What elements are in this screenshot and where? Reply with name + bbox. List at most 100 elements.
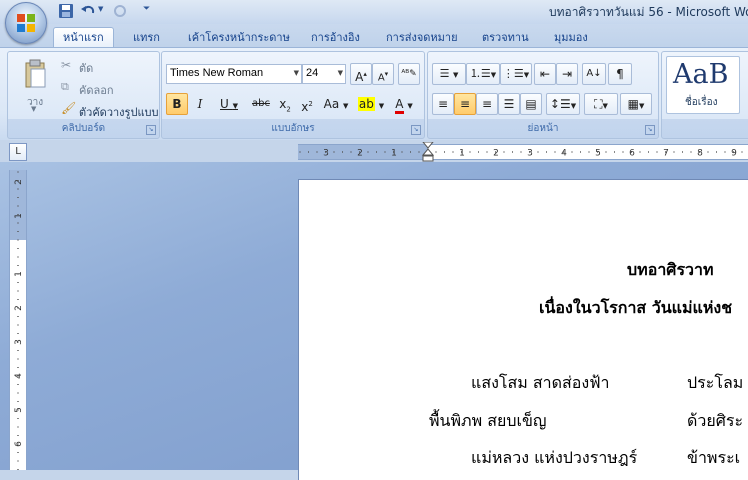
ruler-number: 8: [697, 149, 703, 159]
grow-font-button[interactable]: A▴: [350, 63, 372, 85]
tab-review[interactable]: ตรวจทาน: [482, 28, 529, 47]
paste-dropdown-icon: ▼: [31, 105, 37, 113]
indent-marker-icon[interactable]: [421, 142, 435, 162]
shading-button[interactable]: ⛶▼: [584, 93, 618, 115]
show-formatting-button[interactable]: ¶: [608, 63, 632, 85]
vertical-ruler-number: 2: [14, 305, 24, 311]
pilcrow-icon: ¶: [616, 67, 624, 81]
poem-line-2-left[interactable]: พื้นพิภพ สยบเข็ญ: [429, 409, 547, 434]
style-title-button[interactable]: AaB ชื่อเรื่อง: [666, 56, 740, 114]
font-group: Times New Roman ▼ 24 ▼ A▴ A▾ ᴬᴮ✎ B I U ▼…: [161, 51, 425, 139]
clear-formatting-button[interactable]: ᴬᴮ✎: [398, 63, 420, 85]
poem-line-2-right[interactable]: ด้วยศิระ: [687, 409, 743, 434]
vertical-ruler[interactable]: 2 1 1 2 3 4 5 6: [9, 170, 27, 470]
ruler-number: 1: [391, 149, 397, 159]
tab-insert[interactable]: แทรก: [133, 28, 160, 47]
justify-button[interactable]: ☰: [498, 93, 520, 115]
vertical-ruler-number: 1: [14, 213, 24, 219]
poem-line-3-left[interactable]: แม่หลวง แห่งปวงราษฎร์: [471, 446, 637, 471]
subscript-button[interactable]: x2: [274, 93, 296, 115]
cut-button[interactable]: ✂ ตัด: [58, 56, 155, 76]
paragraph-group-label: ย่อหน้า: [527, 123, 559, 134]
borders-icon: ▦▼: [627, 97, 645, 111]
office-button[interactable]: [5, 2, 47, 44]
poem-line-3-right[interactable]: ข้าพระเ: [687, 446, 740, 471]
paragraph-group: ☰ ▼ ⒈☰▼ ⋮☰▼ ⇤ ⇥ A↓ ¶ ≡ ≡ ≡ ☰ ▤ ↕☰▼ ⛶▼ ▦▼…: [427, 51, 659, 139]
font-name-combo[interactable]: Times New Roman ▼: [166, 64, 302, 84]
underline-button[interactable]: U ▼: [213, 93, 245, 115]
clipboard-group-label: คลิปบอร์ด: [61, 123, 106, 134]
sort-icon: A↓: [586, 68, 602, 79]
highlight-button[interactable]: ab ▼: [354, 93, 388, 115]
borders-button[interactable]: ▦▼: [620, 93, 652, 115]
tab-references[interactable]: การอ้างอิง: [311, 28, 360, 47]
decrease-indent-icon: ⇤: [539, 67, 551, 81]
strikethrough-button[interactable]: abc: [248, 93, 274, 115]
numbering-button[interactable]: ⒈☰▼: [466, 63, 500, 85]
undo-icon[interactable]: [80, 3, 96, 19]
decrease-indent-button[interactable]: ⇤: [534, 63, 556, 85]
paste-icon: [25, 59, 46, 88]
window-title: บทอาศิรวาทวันแม่ 56 - Microsoft Wo: [549, 5, 748, 19]
undo-dropdown-icon[interactable]: ▼: [98, 5, 103, 13]
line-spacing-button[interactable]: ↕☰▼: [546, 93, 580, 115]
format-painter-button[interactable]: 🖌 ตัวคัดวางรูปแบบ: [58, 100, 159, 120]
office-logo-icon: [17, 14, 35, 32]
multilevel-list-icon: ⋮☰▼: [502, 67, 530, 80]
font-size-dropdown-icon[interactable]: ▼: [338, 69, 343, 77]
vertical-ruler-number: 3: [14, 339, 24, 345]
paintbrush-icon: 🖌: [61, 101, 77, 115]
tab-home[interactable]: หน้าแรก: [53, 27, 114, 49]
increase-indent-button[interactable]: ⇥: [556, 63, 578, 85]
multilevel-list-button[interactable]: ⋮☰▼: [500, 63, 532, 85]
bullets-button[interactable]: ☰ ▼: [432, 63, 466, 85]
font-color-button[interactable]: A ▼: [388, 93, 420, 115]
redo-icon[interactable]: [112, 3, 128, 19]
align-center-button[interactable]: ≡: [454, 93, 476, 115]
sort-button[interactable]: A↓: [582, 63, 606, 85]
bold-icon: B: [172, 97, 182, 111]
bold-button[interactable]: B: [166, 93, 188, 115]
copy-button[interactable]: ⧉ คัดลอก: [58, 78, 155, 98]
shrink-font-button[interactable]: A▾: [372, 63, 394, 85]
change-case-icon: Aa ▼: [323, 97, 349, 111]
superscript-button[interactable]: x2: [296, 93, 318, 115]
paragraph-dialog-launcher[interactable]: ↘: [645, 125, 655, 135]
ruler-ticks: 3 2 1 1 2 3 4 5 6 7 8 9: [299, 149, 743, 159]
ruler-number: 4: [561, 149, 567, 159]
tab-selector-button[interactable]: L: [9, 143, 27, 161]
doc-title-line[interactable]: บทอาศิรวาท: [627, 258, 714, 283]
customize-qat-icon[interactable]: ⏷: [143, 4, 150, 14]
underline-icon: U ▼: [220, 97, 238, 111]
copy-label: คัดลอก: [79, 84, 114, 97]
font-name-dropdown-icon[interactable]: ▼: [294, 69, 299, 77]
align-left-button[interactable]: ≡: [432, 93, 454, 115]
align-right-button[interactable]: ≡: [476, 93, 498, 115]
horizontal-ruler[interactable]: 3 2 1 1 2 3 4 5 6 7 8 9: [298, 142, 748, 162]
tab-page-layout[interactable]: เค้าโครงหน้ากระดาษ: [188, 28, 290, 47]
bullets-icon: ☰ ▼: [439, 67, 459, 80]
vertical-ruler-ticks: 2 1 1 2 3 4 5 6: [14, 171, 24, 470]
font-size-value: 24: [306, 67, 319, 79]
document-page[interactable]: บทอาศิรวาท เนื่องในวโรกาส วันแม่แห่งช แส…: [298, 179, 748, 480]
font-size-combo[interactable]: 24 ▼: [302, 64, 346, 84]
tab-view[interactable]: มุมมอง: [554, 28, 588, 47]
subscript-icon: x2: [279, 97, 291, 114]
doc-subtitle-line[interactable]: เนื่องในวโรกาส วันแม่แห่งช: [539, 296, 732, 321]
clipboard-dialog-launcher[interactable]: ↘: [146, 125, 156, 135]
poem-line-1-left[interactable]: แสงโสม สาดส่องฟ้า: [471, 371, 610, 396]
tab-mailings[interactable]: การส่งจดหมาย: [386, 28, 458, 47]
distributed-icon: ▤: [525, 97, 537, 111]
thai-distributed-button[interactable]: ▤: [520, 93, 542, 115]
ruler-number: 2: [357, 149, 363, 159]
change-case-button[interactable]: Aa ▼: [319, 93, 353, 115]
save-icon[interactable]: [58, 3, 74, 19]
clipboard-group: วาง ▼ ✂ ตัด ⧉ คัดลอก 🖌 ตัวคัดวางรูปแบบ ค…: [7, 51, 160, 139]
ribbon: วาง ▼ ✂ ตัด ⧉ คัดลอก 🖌 ตัวคัดวางรูปแบบ ค…: [0, 47, 748, 141]
font-dialog-launcher[interactable]: ↘: [411, 125, 421, 135]
ruler-number: 7: [663, 149, 669, 159]
increase-indent-icon: ⇥: [561, 67, 573, 81]
italic-button[interactable]: I: [189, 93, 211, 115]
paste-button[interactable]: วาง ▼: [16, 56, 54, 116]
poem-line-1-right[interactable]: ประโลม: [687, 371, 743, 396]
